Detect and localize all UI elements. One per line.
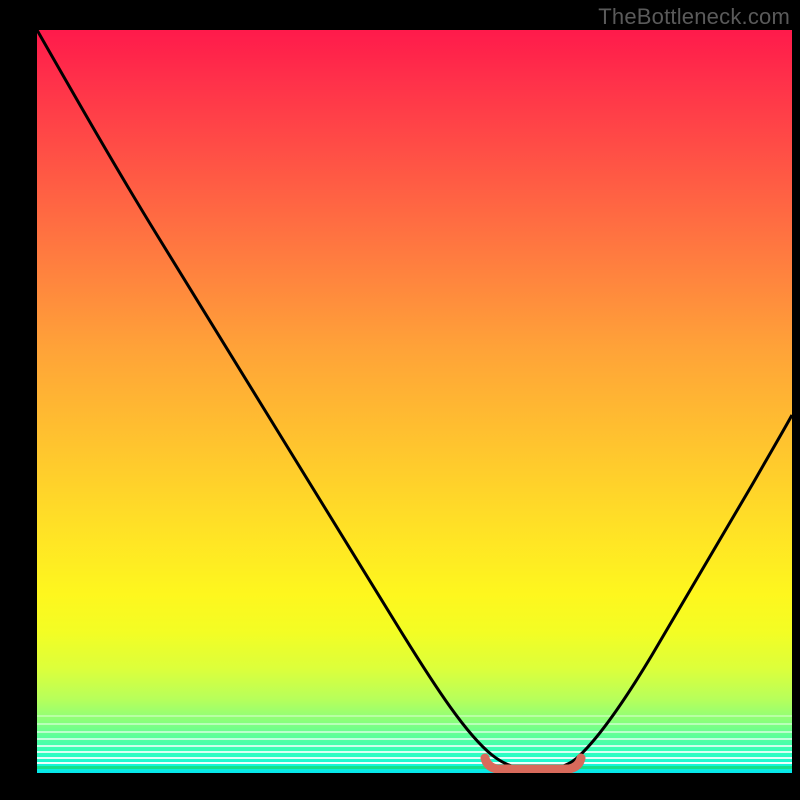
- chart-frame: TheBottleneck.com: [0, 0, 800, 800]
- watermark-text: TheBottleneck.com: [598, 4, 790, 30]
- bottleneck-curve: [37, 30, 792, 770]
- plot-area: [37, 30, 792, 773]
- curve-layer: [37, 30, 792, 773]
